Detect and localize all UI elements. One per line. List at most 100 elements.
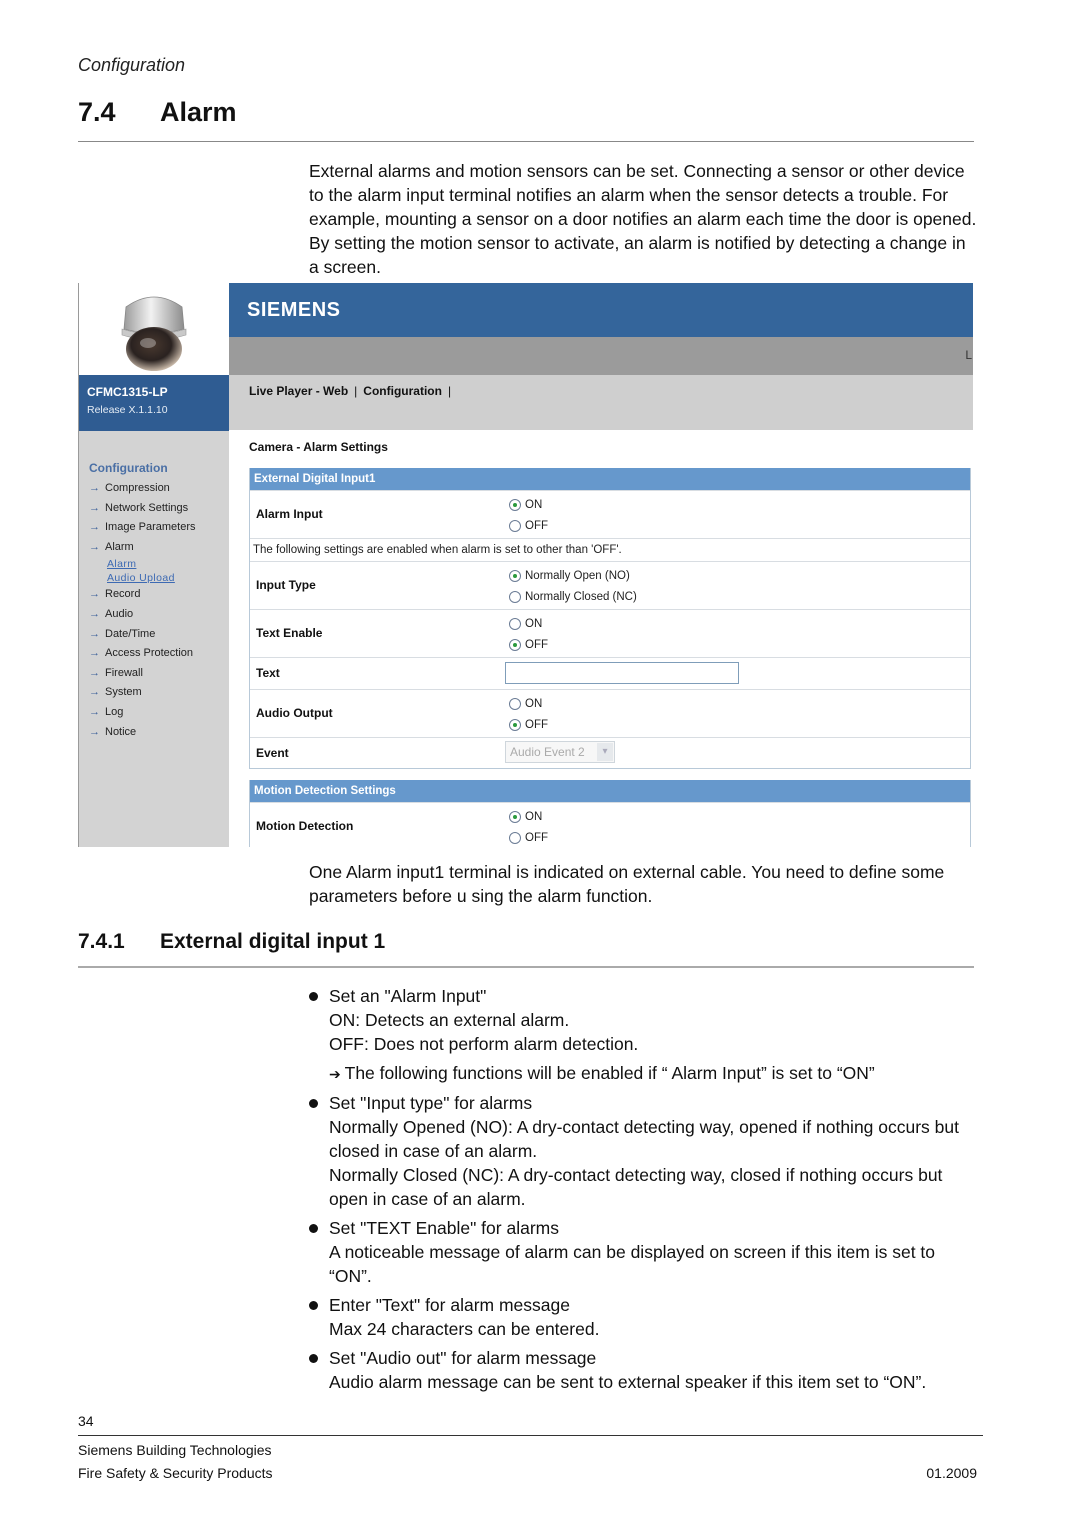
radio-label: Normally Closed (NC) — [525, 590, 637, 603]
sidebar-item-label: Audio — [105, 607, 134, 620]
subsection-heading: 7.4.1 External digital input 1 — [78, 930, 385, 954]
nav-configuration[interactable]: Configuration — [363, 384, 442, 398]
sidebar-item-label: Access Protection — [105, 647, 194, 660]
alarm-input-on-radio[interactable]: ON — [509, 494, 548, 515]
sidebar-subitem-audio-upload[interactable]: Audio Upload — [89, 571, 229, 585]
device-model: CFMC1315-LP — [87, 385, 168, 399]
arrow-note-text: The following functions will be enabled … — [344, 1063, 875, 1083]
input-type-nc-radio[interactable]: Normally Closed (NC) — [509, 586, 637, 607]
list-item: Set an "Alarm Input" ON: Detects an exte… — [309, 984, 979, 1086]
grey-bar-edge-text: L — [965, 348, 972, 362]
event-select-value: Audio Event 2 — [510, 745, 585, 759]
sidebar-item-label: Image Parameters — [105, 521, 196, 534]
arrow-right-icon: → — [89, 607, 100, 620]
radio-selected-icon — [509, 638, 521, 651]
radio-label: ON — [525, 810, 543, 823]
siemens-logo: SIEMENS — [247, 299, 341, 321]
input-type-label: Input Type — [256, 578, 316, 592]
arrow-note: ➔ The following functions will be enable… — [329, 1061, 979, 1086]
input-type-row: Input Type Normally Open (NO) Normally C… — [250, 561, 970, 609]
list-item: Set "Audio out" for alarm message Audio … — [309, 1346, 979, 1394]
radio-label: ON — [525, 697, 543, 710]
top-nav: Live Player - Web | Configuration | — [229, 375, 973, 430]
heading-rule — [78, 141, 974, 142]
alarm-input-off-radio[interactable]: OFF — [509, 515, 548, 536]
list-item-head: Set "Input type" for alarms — [329, 1093, 533, 1113]
list-item: Set "TEXT Enable" for alarms A noticeabl… — [309, 1216, 979, 1288]
radio-unselected-icon — [509, 590, 521, 603]
sidebar-item-label: Notice — [105, 725, 137, 738]
input-type-no-radio[interactable]: Normally Open (NO) — [509, 565, 637, 586]
footer-date: 01.2009 — [926, 1465, 977, 1481]
subsection-rule — [78, 966, 974, 968]
sidebar-item-label: System — [105, 686, 142, 699]
arrow-right-icon: → — [89, 666, 100, 679]
list-item-line: ON: Detects an external alarm. — [329, 1010, 570, 1030]
subsection-title: External digital input 1 — [160, 930, 386, 953]
audio-output-row: Audio Output ON OFF — [250, 689, 970, 737]
screenshot-main: SIEMENS L Live Player - Web | Configuratio… — [229, 283, 973, 847]
list-item-line: Audio alarm message can be sent to exter… — [329, 1372, 927, 1392]
sidebar-item-alarm[interactable]: → Alarm — [89, 538, 229, 558]
audio-output-label: Audio Output — [256, 706, 333, 720]
sidebar-item-system[interactable]: → System — [89, 683, 229, 703]
sidebar-item-firewall[interactable]: → Firewall — [89, 664, 229, 684]
running-head: Configuration — [78, 55, 186, 75]
alarm-settings-screenshot: CFMC1315-LP Release X.1.1.10 Configurati… — [78, 283, 973, 847]
text-enable-label: Text Enable — [256, 626, 323, 640]
radio-label: OFF — [525, 831, 548, 844]
alarm-text-input[interactable] — [505, 662, 739, 684]
radio-label: ON — [525, 498, 543, 511]
sidebar-item-compression[interactable]: → Compression — [89, 479, 229, 499]
sidebar-item-date-time[interactable]: → Date/Time — [89, 625, 229, 645]
list-item: Enter "Text" for alarm message Max 24 ch… — [309, 1293, 979, 1341]
radio-selected-icon — [509, 718, 521, 731]
nav-separator: | — [354, 384, 358, 398]
alarm-input-row: Alarm Input ON OFF — [250, 490, 970, 538]
sidebar-subitem-alarm[interactable]: Alarm — [89, 557, 229, 571]
motion-detection-off-radio[interactable]: OFF — [509, 827, 548, 847]
config-sidebar-nav: Configuration → Compression → Network Sett… — [89, 461, 229, 742]
radio-unselected-icon — [509, 519, 521, 532]
instruction-list: Set an "Alarm Input" ON: Detects an exte… — [309, 984, 979, 1399]
audio-output-on-radio[interactable]: ON — [509, 693, 548, 714]
text-enable-off-radio[interactable]: OFF — [509, 634, 548, 655]
sidebar-item-label: Date/Time — [105, 627, 156, 640]
radio-selected-icon — [509, 810, 521, 823]
radio-label: Normally Open (NO) — [525, 569, 630, 582]
sidebar-item-audio[interactable]: → Audio — [89, 605, 229, 625]
sidebar-title[interactable]: Configuration — [89, 461, 229, 475]
bullet-icon — [309, 992, 318, 1001]
arrow-right-icon: → — [89, 686, 100, 699]
sidebar-item-log[interactable]: → Log — [89, 703, 229, 723]
sidebar-item-image-parameters[interactable]: → Image Parameters — [89, 518, 229, 538]
text-enable-on-radio[interactable]: ON — [509, 613, 548, 634]
subsection-number: 7.4.1 — [78, 930, 125, 953]
radio-label: OFF — [525, 519, 548, 532]
arrow-right-icon: → — [89, 482, 100, 494]
sidebar-item-access-protection[interactable]: → Access Protection — [89, 644, 229, 664]
sidebar-item-label: Alarm — [105, 540, 134, 553]
event-select[interactable]: Audio Event 2 ▾ — [505, 741, 615, 763]
footer-rule — [78, 1435, 983, 1436]
nav-live-player-web[interactable]: Live Player - Web — [249, 384, 348, 398]
settings-note: The following settings are enabled when … — [250, 538, 970, 561]
motion-detection-on-radio[interactable]: ON — [509, 806, 548, 827]
sidebar-item-network-settings[interactable]: → Network Settings — [89, 499, 229, 519]
footer-company: Siemens Building Technologies — [78, 1442, 272, 1458]
sidebar-item-notice[interactable]: → Notice — [89, 723, 229, 743]
arrow-right-icon: → — [89, 588, 100, 601]
arrow-right-icon: → — [89, 725, 100, 738]
sidebar-item-record[interactable]: → Record — [89, 585, 229, 605]
audio-output-off-radio[interactable]: OFF — [509, 714, 548, 735]
list-item-line: Max 24 characters can be entered. — [329, 1319, 600, 1339]
after-screenshot-paragraph: One Alarm input1 terminal is indicated o… — [309, 862, 945, 906]
motion-detection-row: Motion Detection ON OFF — [250, 802, 970, 847]
motion-detection-label: Motion Detection — [256, 819, 354, 833]
arrow-right-icon: → — [89, 540, 100, 553]
text-row: Text — [250, 657, 970, 689]
brand-bar: SIEMENS — [229, 283, 973, 337]
list-item-head: Set "TEXT Enable" for alarms — [329, 1218, 559, 1238]
nav-separator: | — [447, 384, 452, 398]
sidebar-item-label: Network Settings — [105, 501, 189, 514]
